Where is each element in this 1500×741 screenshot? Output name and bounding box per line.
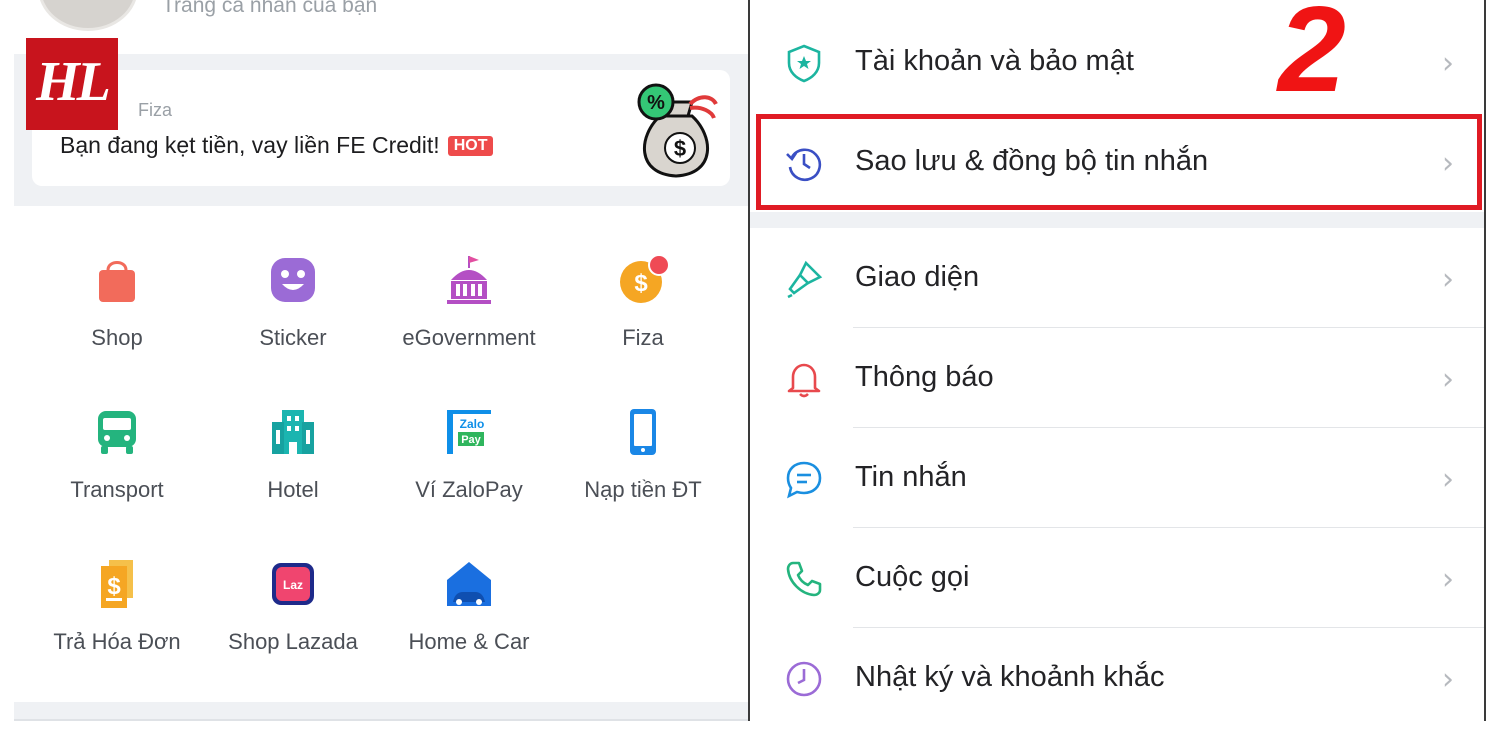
app-shop[interactable]: Shop	[29, 254, 205, 351]
chevron-right-icon: ›	[1442, 46, 1454, 81]
app-label: Sticker	[259, 325, 327, 350]
smiley-sticker-icon	[271, 258, 315, 302]
setting-label: Tài khoản và bảo mật	[855, 45, 1134, 77]
chevron-right-icon: ›	[1442, 662, 1454, 697]
paint-brush-icon	[787, 260, 823, 299]
app-transport[interactable]: Transport	[29, 406, 205, 503]
setting-diary-moments[interactable]: Nhật ký và khoảnh khắc ›	[750, 628, 1484, 721]
ad-source: Fiza	[138, 100, 173, 120]
settings-panel: Tài khoản và bảo mật › Sao lưu & đồng bộ…	[748, 0, 1486, 721]
app-fiza[interactable]: $ Fiza	[555, 254, 731, 351]
profile-subtitle: Trang cá nhân của bạn	[162, 0, 378, 17]
phone-call-icon	[786, 561, 822, 597]
bill-payment-icon: $	[101, 560, 133, 608]
setting-label: Nhật ký và khoảnh khắc	[855, 661, 1165, 693]
ad-section: Fiza Bạn đang kẹt tiền, vay liền FE Cred…	[14, 54, 748, 206]
svg-text:$: $	[634, 270, 648, 297]
svg-text:$: $	[107, 573, 121, 600]
app-home-car[interactable]: Home & Car	[381, 558, 557, 655]
svg-text:Laz: Laz	[283, 578, 303, 592]
setting-label: Tin nhắn	[855, 461, 967, 493]
app-label: Ví ZaloPay	[415, 477, 523, 502]
svg-text:%: %	[647, 92, 665, 114]
app-zalopay[interactable]: Zalo Pay Ví ZaloPay	[381, 406, 557, 503]
phone-topup-icon	[630, 409, 656, 455]
lazada-icon: Laz	[272, 563, 314, 605]
chat-bubble-icon	[786, 461, 822, 499]
app-label: Shop	[91, 325, 143, 350]
app-label: Home & Car	[408, 629, 530, 654]
chevron-right-icon: ›	[1442, 262, 1454, 297]
more-tab-panel: Trang cá nhân của bạn Fiza Bạn đang kẹt …	[14, 0, 748, 721]
section-divider	[750, 212, 1484, 228]
profile-row[interactable]: Trang cá nhân của bạn	[14, 0, 748, 54]
setting-label: Cuộc gọi	[855, 561, 970, 593]
setting-label: Giao diện	[855, 261, 980, 293]
app-label: Transport	[70, 477, 164, 502]
app-label: Trả Hóa Đơn	[53, 629, 181, 654]
svg-text:$: $	[674, 136, 686, 161]
government-building-icon	[447, 256, 491, 304]
chevron-right-icon: ›	[1442, 462, 1454, 497]
app-sticker[interactable]: Sticker	[205, 254, 381, 351]
app-label: eGovernment	[402, 325, 536, 350]
app-hotel[interactable]: Hotel	[205, 406, 381, 503]
chevron-right-icon: ›	[1442, 362, 1454, 397]
bell-icon	[787, 363, 821, 398]
app-label: Hotel	[267, 477, 319, 502]
svg-text:Pay: Pay	[461, 434, 481, 446]
home-car-icon	[447, 562, 491, 606]
hotel-icon	[272, 410, 314, 454]
setting-account-security[interactable]: Tài khoản và bảo mật ›	[750, 12, 1484, 112]
app-phone-topup[interactable]: Nạp tiền ĐT	[555, 406, 731, 503]
setting-calls[interactable]: Cuộc gọi ›	[750, 528, 1484, 628]
hl-watermark-logo: HL	[26, 38, 118, 130]
app-bill-payment[interactable]: $ Trả Hóa Đơn	[29, 558, 205, 655]
setting-notifications[interactable]: Thông báo ›	[750, 328, 1484, 428]
shopping-bag-icon	[99, 261, 135, 302]
app-shop-lazada[interactable]: Laz Shop Lazada	[205, 558, 381, 655]
fe-credit-ad-card[interactable]: Fiza Bạn đang kẹt tiền, vay liền FE Cred…	[32, 70, 730, 186]
app-label: Nạp tiền ĐT	[584, 477, 702, 502]
money-bag-icon: % $	[637, 83, 718, 178]
setting-appearance[interactable]: Giao diện ›	[750, 228, 1484, 328]
app-label: Shop Lazada	[228, 629, 358, 654]
hot-badge: HOT	[447, 136, 494, 156]
setting-label: Thông báo	[855, 361, 994, 393]
fiza-coin-icon: $	[620, 254, 670, 303]
highlight-box	[756, 114, 1482, 210]
ad-title-line: Bạn đang kẹt tiền, vay liền FE Credit! HO…	[60, 132, 494, 159]
avatar[interactable]	[38, 0, 138, 31]
ad-title: Bạn đang kẹt tiền, vay liền FE Credit!	[60, 132, 440, 158]
step-number-annotation: 2	[1278, 0, 1346, 117]
utilities-grid: Shop Sticker eGovernment $ Fiza Transpor…	[14, 206, 748, 702]
setting-messages[interactable]: Tin nhắn ›	[750, 428, 1484, 528]
shield-icon	[787, 44, 821, 83]
app-egovernment[interactable]: eGovernment	[381, 254, 557, 351]
app-label: Fiza	[622, 325, 664, 350]
chevron-right-icon: ›	[1442, 562, 1454, 597]
zalopay-icon: Zalo Pay	[447, 410, 491, 454]
bus-icon	[98, 411, 136, 454]
clock-icon	[786, 661, 822, 697]
svg-text:Zalo: Zalo	[460, 417, 485, 431]
